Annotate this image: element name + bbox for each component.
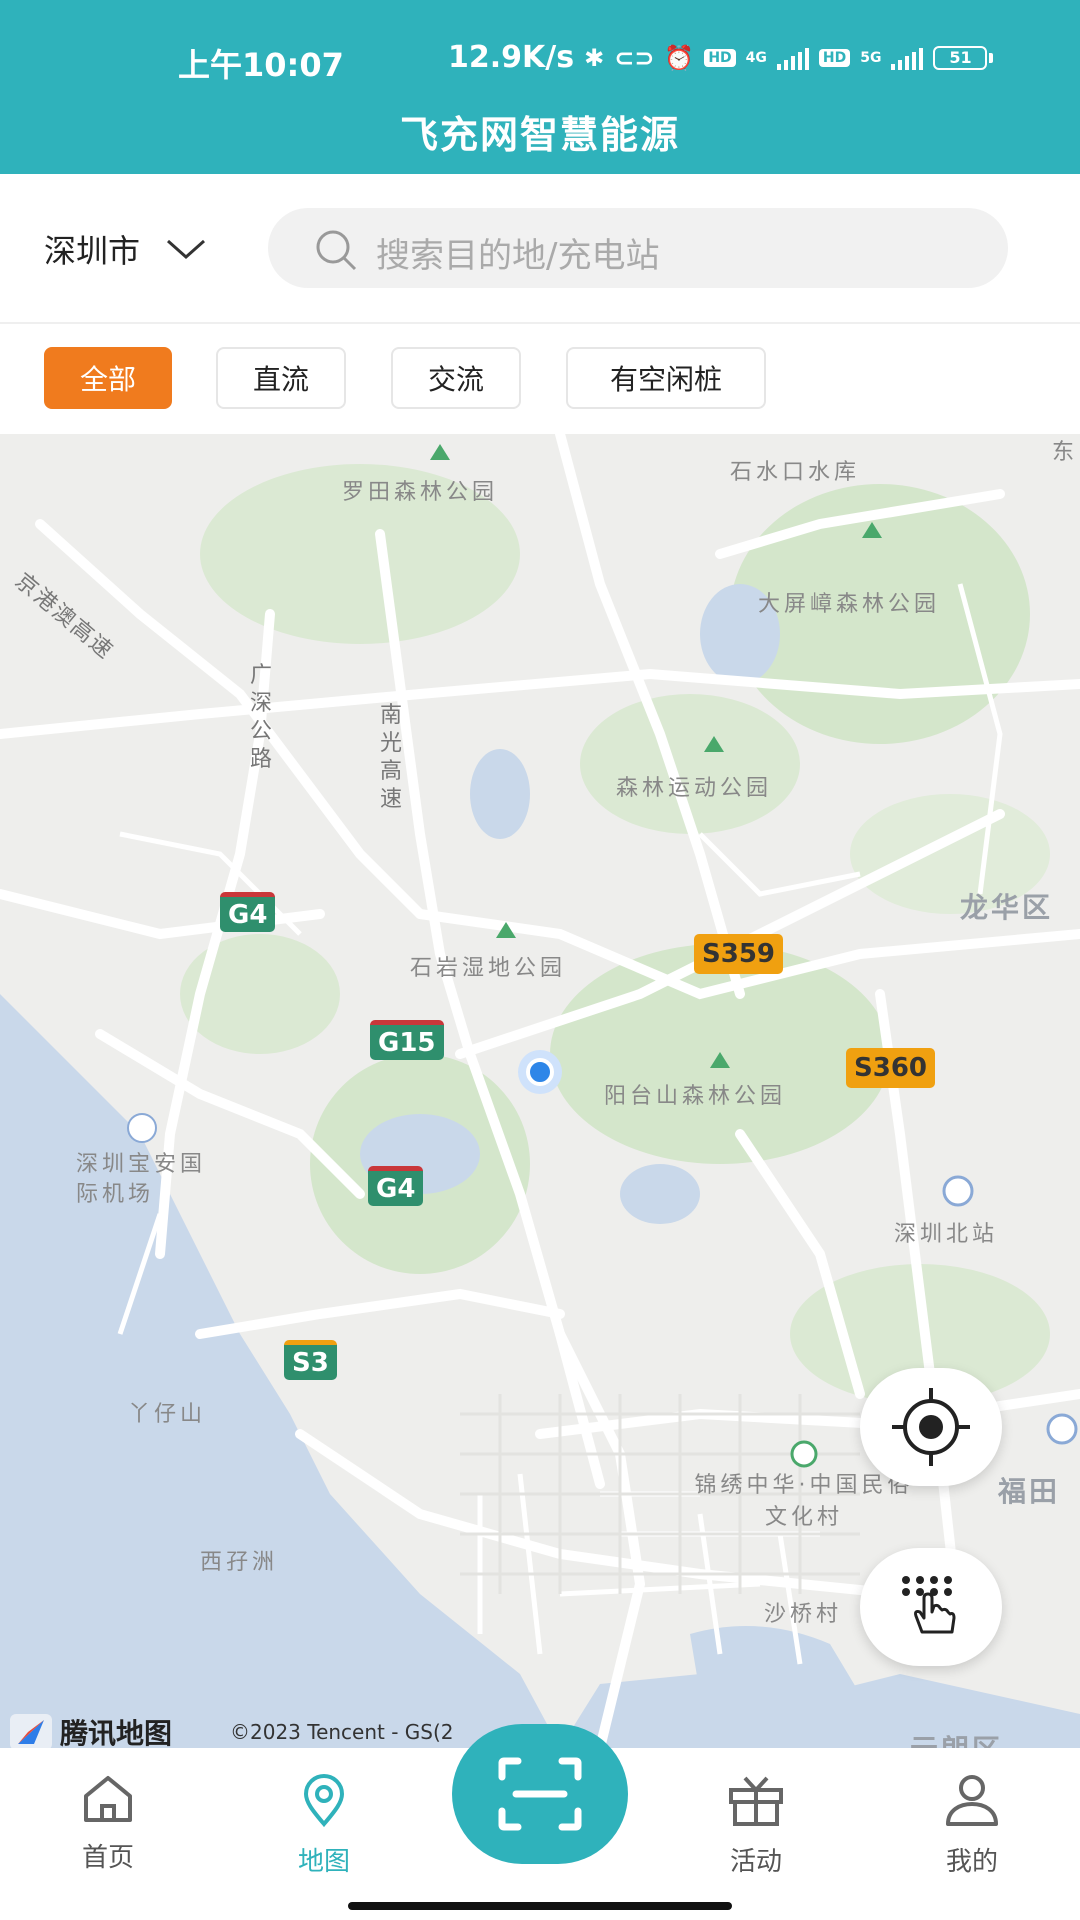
map-label-shishui: 石水口水库 <box>730 460 861 485</box>
map-label-dong: 东 <box>1052 440 1079 465</box>
crosshair-icon <box>892 1388 970 1466</box>
route-shield-g4: G4 <box>220 892 276 932</box>
map-label-futian: 福田 <box>998 1475 1061 1508</box>
signal-icon-2 <box>891 46 924 70</box>
hd-badge: HD <box>704 48 736 67</box>
tab-map[interactable]: 地图 <box>264 1772 384 1878</box>
map-label-yangtai: 阳台山森林公园 <box>604 1084 787 1109</box>
battery-icon: 51 <box>933 45 994 70</box>
tab-mine-label: 我的 <box>945 1847 998 1877</box>
map-view[interactable]: 罗田森林公园 石水口水库 东 京港澳高速 大屏嶂森林公园 广深公路 南光高速 森… <box>0 434 1080 1748</box>
route-shield-s359: S359 <box>694 934 783 974</box>
map-copyright: ©2023 Tencent - GS(2 <box>230 1720 454 1744</box>
city-selector[interactable]: 深圳市 <box>44 226 206 272</box>
app-title: 飞充网智慧能源 <box>399 113 680 157</box>
network-speed: 12.9K/s <box>448 40 575 75</box>
map-label-beizhan: 深圳北站 <box>894 1222 999 1247</box>
signal-icon <box>776 46 809 70</box>
tab-map-label: 地图 <box>297 1847 350 1877</box>
route-shield-g4-2: G4 <box>368 1166 424 1206</box>
map-label-senlin: 森林运动公园 <box>616 776 773 801</box>
map-label-yazaishan: 丫仔山 <box>128 1402 207 1427</box>
map-label-dapingzhang: 大屏嶂森林公园 <box>758 592 941 617</box>
city-label: 深圳市 <box>44 232 141 270</box>
chevron-down-icon <box>167 239 206 260</box>
user-icon <box>946 1775 998 1826</box>
map-label-jinxiu: 锦绣中华·中国民俗文化村 <box>694 1473 914 1530</box>
map-label-airport: 深圳宝安国际机场 <box>76 1152 207 1207</box>
status-bar-right: 12.9K/s ✱ ⊂⊃ ⏰ HD 4G HD 5G 51 <box>448 40 994 75</box>
tab-activity-label: 活动 <box>729 1847 782 1877</box>
locate-button[interactable] <box>860 1368 1002 1486</box>
tab-mine[interactable]: 我的 <box>912 1772 1032 1878</box>
scan-button[interactable] <box>452 1724 628 1864</box>
route-shield-s3: S3 <box>284 1340 337 1380</box>
map-label-shiyan: 石岩湿地公园 <box>410 956 567 981</box>
nfc-icon: ⊂⊃ <box>614 43 655 72</box>
route-shield-s360: S360 <box>846 1048 935 1088</box>
network-type-2: 5G <box>860 49 882 66</box>
filter-ac[interactable]: 交流 <box>391 347 521 409</box>
filter-all[interactable]: 全部 <box>44 347 172 409</box>
home-indicator <box>348 1902 732 1910</box>
gift-icon <box>729 1776 783 1826</box>
map-label-xizizhou: 西孖洲 <box>200 1550 279 1575</box>
network-type-1: 4G <box>745 49 767 66</box>
route-shield-g15: G15 <box>370 1020 444 1060</box>
alarm-icon: ⏰ <box>664 43 695 72</box>
filter-available[interactable]: 有空闲桩 <box>566 347 766 409</box>
map-label-nanguang: 南光高速 <box>380 703 407 812</box>
map-pin-icon <box>303 1774 345 1828</box>
search-icon <box>316 230 357 271</box>
map-label-longhua: 龙华区 <box>960 891 1054 924</box>
search-placeholder: 搜索目的地/充电站 <box>376 236 660 276</box>
keypad-hand-icon <box>902 1576 956 1634</box>
hd-badge-2: HD <box>818 48 851 67</box>
tab-home[interactable]: 首页 <box>48 1772 168 1874</box>
keypad-input-button[interactable] <box>860 1548 1002 1666</box>
tencent-map-logo-icon <box>10 1714 52 1750</box>
scan-icon <box>498 1757 582 1831</box>
map-label-yuanlang: 元朗区 <box>910 1728 1003 1748</box>
filter-dc[interactable]: 直流 <box>216 347 346 409</box>
tencent-map-logo: 腾讯地图 <box>8 1712 172 1752</box>
tab-activity[interactable]: 活动 <box>696 1772 816 1878</box>
home-icon <box>84 1776 132 1822</box>
status-time: 上午10:07 <box>178 46 344 84</box>
bluetooth-icon: ✱ <box>584 43 605 72</box>
map-label-luotian: 罗田森林公园 <box>342 480 499 505</box>
search-input[interactable]: 搜索目的地/充电站 <box>268 208 1008 288</box>
map-label-shaqiao: 沙桥村 <box>764 1602 843 1627</box>
tencent-map-logo-text: 腾讯地图 <box>60 1717 173 1750</box>
tab-home-label: 首页 <box>81 1843 134 1873</box>
divider <box>0 322 1080 324</box>
map-label-guangshen: 广深公路 <box>250 663 277 772</box>
battery-level: 51 <box>933 45 988 70</box>
